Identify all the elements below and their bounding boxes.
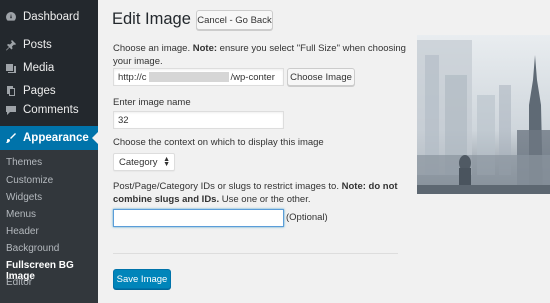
appearance-submenu: Themes Customize Widgets Menus Header Ba… bbox=[0, 150, 98, 303]
submenu-item-editor[interactable]: Editor bbox=[6, 277, 32, 288]
url-prefix: http://c bbox=[118, 71, 147, 83]
restrict-ids-input[interactable] bbox=[113, 209, 284, 227]
comments-icon bbox=[5, 104, 17, 116]
optional-label: (Optional) bbox=[286, 212, 328, 223]
sidebar-item-label: Pages bbox=[23, 85, 56, 97]
sidebar-item-dashboard[interactable]: Dashboard bbox=[0, 5, 98, 29]
dashboard-icon bbox=[5, 11, 17, 23]
media-icon bbox=[5, 62, 17, 74]
submenu-item-themes[interactable]: Themes bbox=[6, 157, 42, 168]
form-divider bbox=[113, 253, 398, 254]
url-suffix: /wp-conter bbox=[230, 71, 275, 83]
choose-image-label: Choose an image. Note: ensure you select… bbox=[113, 43, 406, 67]
redacted-url-segment bbox=[148, 72, 229, 82]
sidebar-item-label: Comments bbox=[23, 104, 79, 116]
submenu-item-widgets[interactable]: Widgets bbox=[6, 192, 42, 203]
sidebar-item-media[interactable]: Media bbox=[0, 56, 98, 80]
context-select[interactable]: Category ▲ ▼ bbox=[113, 153, 175, 171]
sidebar-item-posts[interactable]: Posts bbox=[0, 33, 98, 57]
image-name-label: Enter image name bbox=[113, 97, 191, 108]
submenu-item-background[interactable]: Background bbox=[6, 243, 59, 254]
image-url-field[interactable]: http://c/wp-conter bbox=[113, 68, 284, 86]
pages-icon bbox=[5, 85, 17, 97]
cancel-go-back-button[interactable]: Cancel - Go Back bbox=[196, 10, 273, 30]
admin-sidebar: Dashboard Posts Media Pages Comments App… bbox=[0, 0, 98, 303]
page-title: Edit Image - bbox=[112, 10, 201, 28]
image-name-input[interactable]: 32 bbox=[113, 111, 284, 129]
sidebar-item-label: Posts bbox=[23, 39, 52, 51]
current-menu-arrow bbox=[92, 132, 98, 144]
submenu-item-menus[interactable]: Menus bbox=[6, 209, 36, 220]
sidebar-item-appearance[interactable]: Appearance bbox=[0, 126, 98, 150]
sidebar-item-comments[interactable]: Comments bbox=[0, 98, 98, 122]
pin-icon bbox=[5, 39, 17, 51]
restrict-ids-label: Post/Page/Category IDs or slugs to restr… bbox=[113, 181, 398, 205]
sidebar-item-label: Dashboard bbox=[23, 11, 80, 23]
submenu-item-customize[interactable]: Customize bbox=[6, 175, 53, 186]
sidebar-item-label: Media bbox=[23, 62, 55, 74]
submenu-item-header[interactable]: Header bbox=[6, 226, 39, 237]
choose-image-button[interactable]: Choose Image bbox=[287, 68, 355, 86]
image-preview bbox=[417, 35, 550, 194]
save-image-button[interactable]: Save Image bbox=[113, 269, 171, 289]
context-selected-value: Category bbox=[119, 156, 158, 168]
context-label: Choose the context on which to display t… bbox=[113, 137, 324, 148]
sidebar-item-label: Appearance bbox=[23, 132, 89, 144]
paintbrush-icon bbox=[5, 132, 17, 144]
select-arrows-icon: ▲ ▼ bbox=[163, 156, 170, 168]
